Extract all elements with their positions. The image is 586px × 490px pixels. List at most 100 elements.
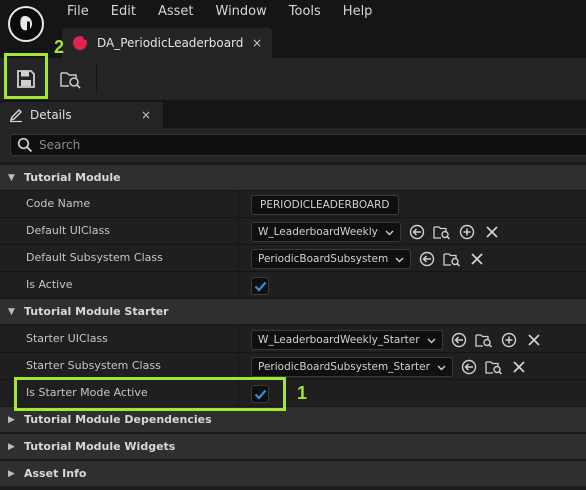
column-divider[interactable] [238,353,239,380]
combo-value: PeriodicBoardSubsystem_Starter [258,361,430,373]
chevron-down-icon [395,257,404,262]
clear-button[interactable] [525,331,543,349]
category-label: Tutorial Module Widgets [24,440,176,453]
use-selected-button[interactable] [460,358,478,376]
property-row-default-subsystem-class: Default Subsystem Class PeriodicBoardSub… [0,244,586,272]
browse-button[interactable] [474,331,493,349]
details-panel: Details × ▼ Tutorial Module Code Name PE… [0,100,586,490]
property-label: Starter UIClass [26,332,108,345]
column-divider[interactable] [238,326,239,353]
data-asset-icon [73,34,89,50]
category-tutorial-module-starter[interactable]: ▼ Tutorial Module Starter [0,298,586,324]
chevron-down-icon [437,365,446,370]
category-tutorial-module-widgets[interactable]: ▶ Tutorial Module Widgets [0,433,586,459]
browse-button[interactable] [443,250,461,268]
category-label: Tutorial Module Starter [24,305,169,318]
menu-bar: File Edit Asset Window Tools Help [56,3,383,21]
default-subsystem-class-combo[interactable]: PeriodicBoardSubsystem [251,249,412,269]
save-button[interactable] [9,62,43,96]
browse-icon [474,334,492,348]
ue-logo-icon[interactable] [8,6,44,42]
collapse-arrow-icon: ▼ [8,172,15,183]
property-label: Starter Subsystem Class [26,359,161,372]
checkmark-icon [254,281,266,292]
combo-value: PeriodicBoardSubsystem [258,253,389,265]
category-tutorial-module[interactable]: ▼ Tutorial Module [0,164,586,190]
expand-arrow-icon: ▶ [8,468,15,479]
is-starter-mode-active-checkbox[interactable] [251,385,269,403]
use-selected-icon [420,251,435,267]
property-label: Code Name [26,197,91,210]
step-2-label: 2 [54,37,65,57]
menu-asset[interactable]: Asset [147,3,205,21]
combo-value: W_LeaderboardWeekly_Starter [258,334,420,346]
property-row-starter-subsystem-class: Starter Subsystem Class PeriodicBoardSub… [0,352,586,380]
clear-button[interactable] [468,250,486,268]
menu-help[interactable]: Help [332,3,384,21]
combo-value: W_LeaderboardWeekly [258,226,378,238]
code-name-field[interactable]: PERIODICLEADERBOARD [251,195,399,215]
starter-uiclass-combo[interactable]: W_LeaderboardWeekly_Starter [251,330,443,350]
add-icon [459,224,475,240]
category-label: Tutorial Module [24,171,121,184]
column-divider[interactable] [238,191,239,218]
menu-window[interactable]: Window [205,3,278,21]
menu-edit[interactable]: Edit [100,3,147,21]
column-divider[interactable] [238,218,239,245]
details-icon [9,109,22,123]
clear-button[interactable] [483,223,501,241]
property-row-code-name: Code Name PERIODICLEADERBOARD [0,190,586,218]
use-selected-icon [461,359,477,375]
close-details-button[interactable]: × [141,108,151,122]
use-selected-button[interactable] [450,331,468,349]
menu-file[interactable]: File [56,3,100,21]
asset-document-tab[interactable]: DA_PeriodicLeaderboard × [62,28,272,58]
save-icon [17,70,35,88]
use-selected-button[interactable] [418,250,436,268]
browse-icon [433,226,450,240]
use-selected-icon [409,224,425,240]
category-label: Tutorial Module Dependencies [24,413,212,426]
browse-to-asset-button[interactable] [53,62,87,96]
column-divider[interactable] [238,272,239,299]
use-selected-icon [451,332,466,348]
property-label: Is Starter Mode Active [26,386,148,399]
add-button[interactable] [458,223,476,241]
clear-icon [486,226,498,238]
category-asset-info[interactable]: ▶ Asset Info [0,460,586,486]
asset-tab-label: DA_PeriodicLeaderboard [97,36,244,50]
browse-button[interactable] [433,223,451,241]
use-selected-button[interactable] [408,223,426,241]
menu-tools[interactable]: Tools [278,3,332,21]
browse-asset-icon [60,72,81,89]
browse-icon [443,253,461,267]
clear-icon [527,334,540,346]
add-button[interactable] [500,331,518,349]
property-row-starter-uiclass: Starter UIClass W_LeaderboardWeekly_Star… [0,325,586,353]
details-tab-label: Details [30,108,72,122]
default-uiclass-combo[interactable]: W_LeaderboardWeekly [251,222,401,242]
column-divider[interactable] [238,380,239,407]
chevron-down-icon [427,338,436,343]
category-tutorial-module-dependencies[interactable]: ▶ Tutorial Module Dependencies [0,406,586,432]
expand-arrow-icon: ▶ [8,414,15,425]
search-bar [0,128,586,162]
is-active-checkbox[interactable] [251,277,269,295]
checkmark-icon [254,389,266,400]
property-label: Default UIClass [26,224,110,237]
search-input[interactable] [39,138,539,152]
panel-tab-bar: Details × [0,100,586,128]
browse-button[interactable] [485,358,503,376]
close-tab-button[interactable]: × [252,36,262,50]
starter-subsystem-class-combo[interactable]: PeriodicBoardSubsystem_Starter [251,357,453,377]
collapse-arrow-icon: ▼ [8,306,15,317]
category-label: Asset Info [24,467,87,480]
clear-icon [471,253,483,265]
clear-button[interactable] [510,358,528,376]
property-label: Is Active [26,278,73,291]
chevron-down-icon [385,230,394,235]
column-divider[interactable] [238,245,239,272]
details-tab[interactable]: Details × [0,102,163,128]
property-label: Default Subsystem Class [26,251,163,264]
property-row-is-active: Is Active [0,271,586,299]
